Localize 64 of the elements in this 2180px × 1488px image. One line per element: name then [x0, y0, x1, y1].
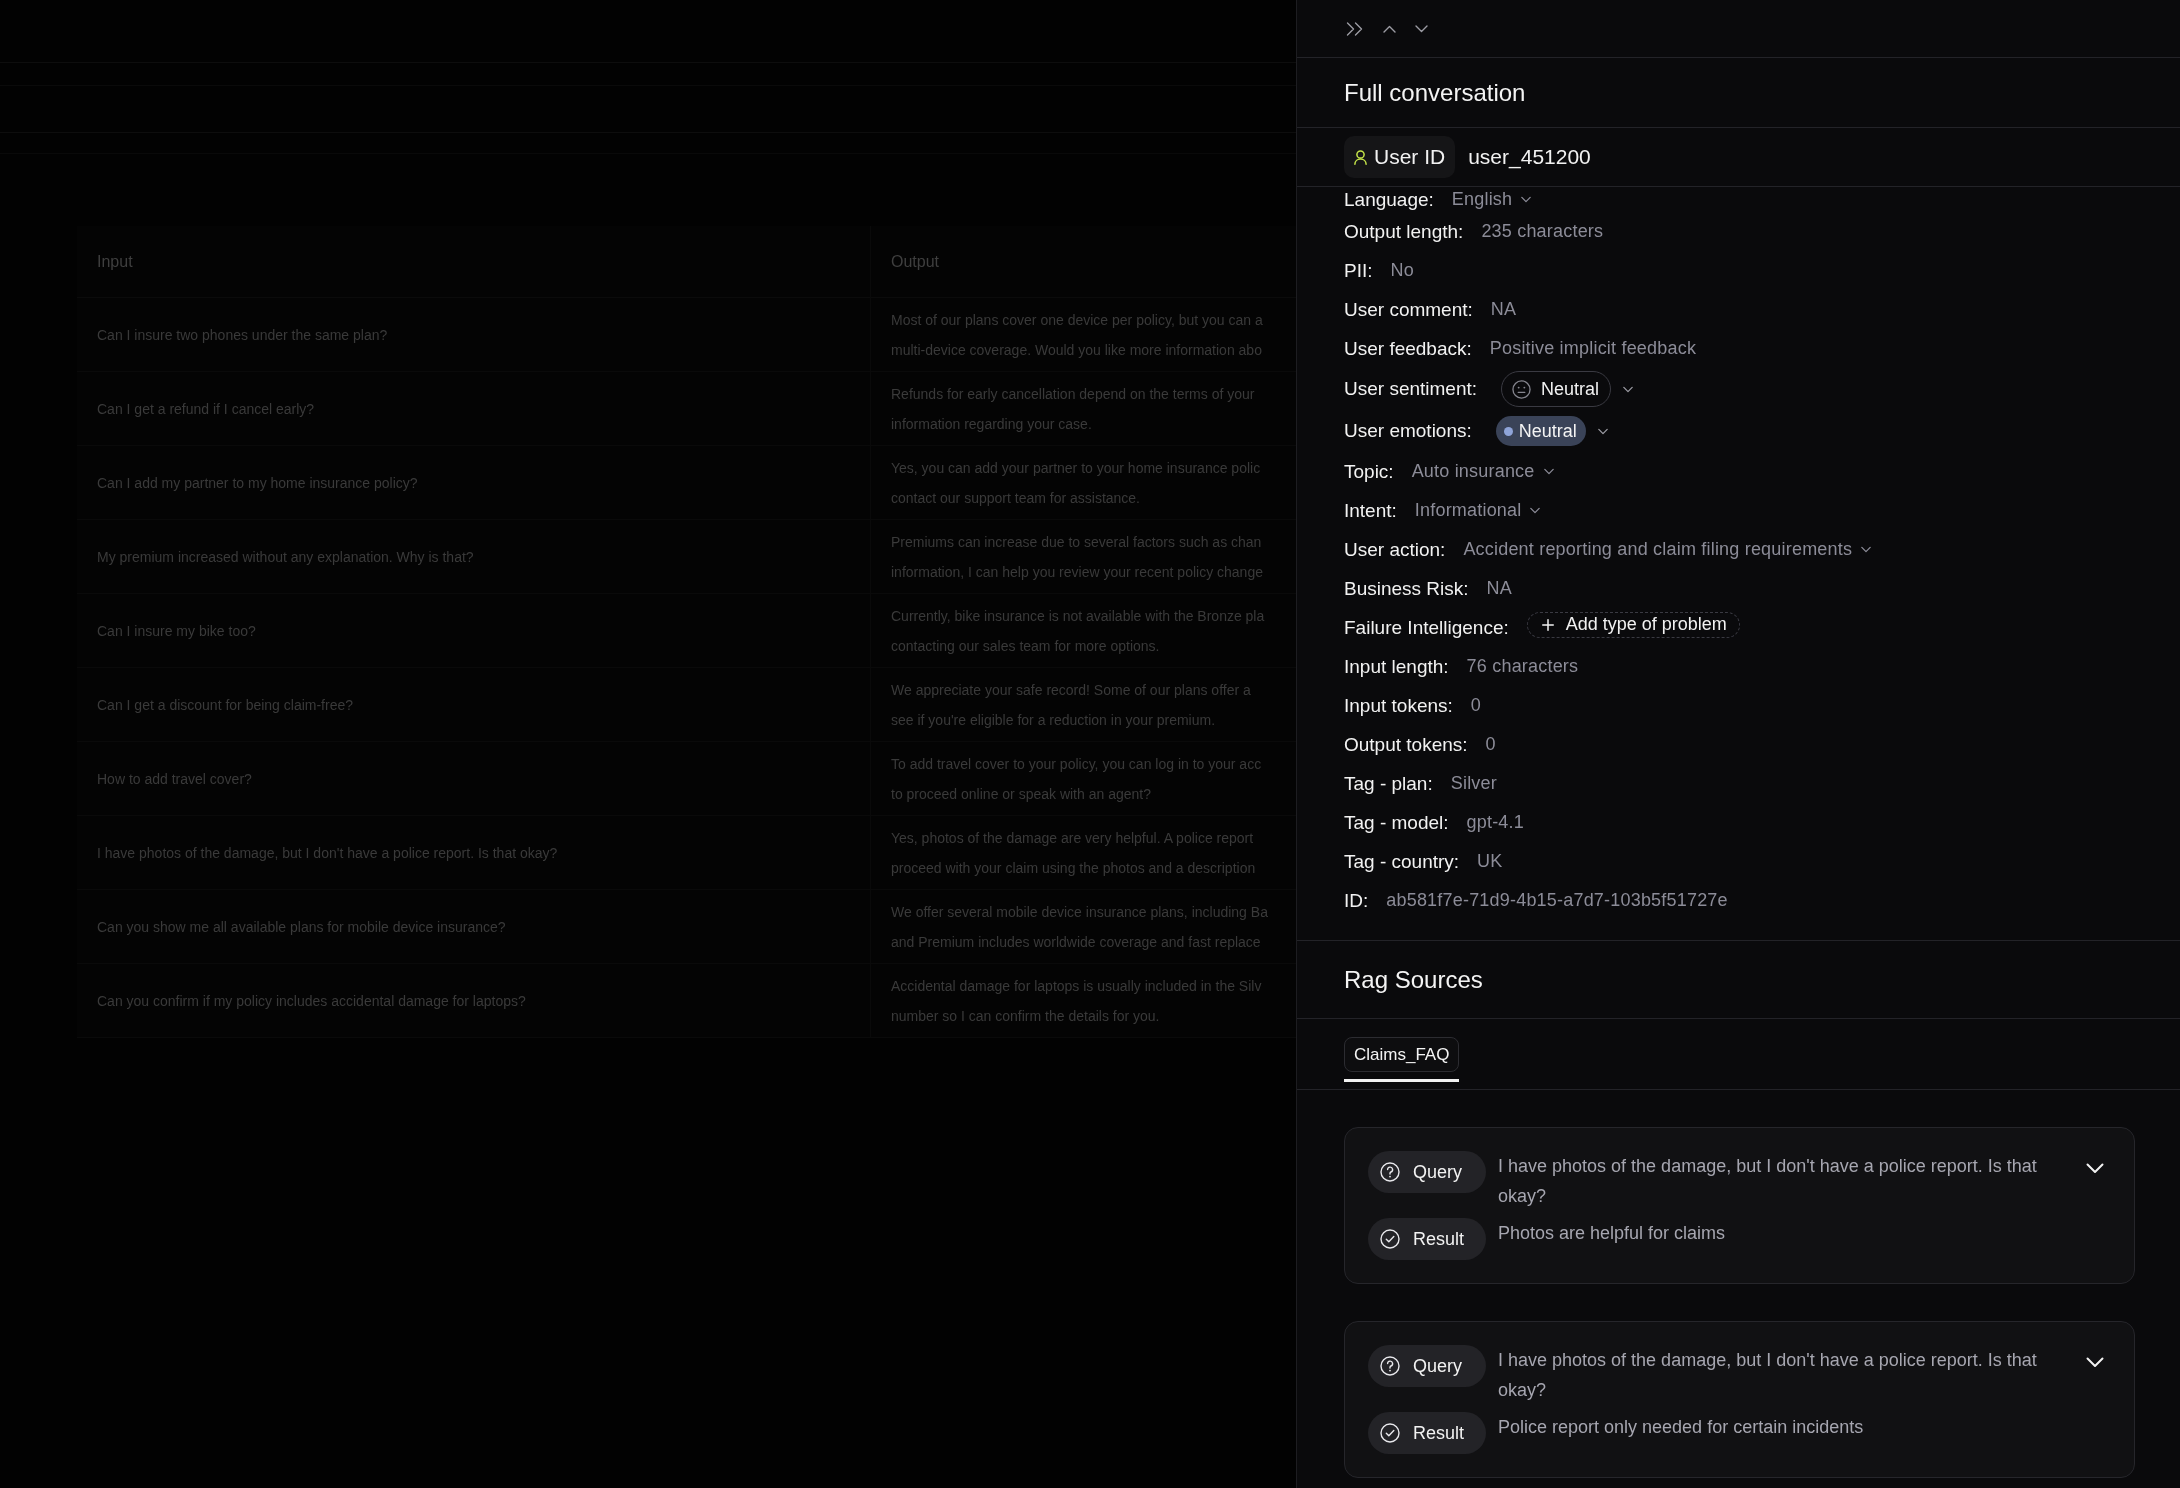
field-value: NA [1490, 299, 1517, 320]
section-title: Rag Sources [1344, 965, 1483, 994]
field-label: Tag - plan: [1344, 772, 1433, 795]
status-dot-icon [1503, 426, 1513, 436]
double-chevron-right-icon[interactable] [1346, 21, 1364, 36]
query-text: I have photos of the damage, but I don't have a police report. Is that okay? [1498, 1155, 2038, 1208]
column-header: Input [77, 226, 871, 298]
field-label: Output tokens: [1344, 733, 1468, 756]
result-label: Result [1413, 1422, 1465, 1444]
field-label: Input tokens: [1344, 694, 1453, 717]
value-dropdown[interactable]: English [1451, 189, 1532, 210]
field-label: Output length: [1344, 220, 1464, 243]
field-label: Failure Intelligence: [1344, 616, 1509, 639]
query-label: Query [1413, 1355, 1463, 1377]
check-circle-icon [1380, 1229, 1400, 1249]
field-label: PII: [1344, 259, 1373, 282]
field-value: gpt-4.1 [1466, 812, 1524, 833]
field-label: ID: [1344, 889, 1369, 912]
field-value: 0 [1470, 695, 1481, 716]
question-circle-icon [1380, 1356, 1400, 1376]
value-dropdown[interactable]: Auto insurance [1411, 461, 1554, 482]
field-label: User feedback: [1344, 337, 1472, 360]
user-id-label: User ID [1374, 145, 1446, 169]
field-label: Tag - model: [1344, 811, 1449, 834]
chevron-up-icon[interactable] [1383, 24, 1396, 33]
field-label: User comment: [1344, 298, 1473, 321]
value-dropdown[interactable]: Accident reporting and claim filing requirements [1463, 539, 1872, 560]
value-dropdown[interactable]: Informational [1414, 500, 1541, 521]
field-label: User action: [1344, 538, 1446, 561]
field-value: 235 characters [1481, 221, 1604, 242]
field-label: Tag - country: [1344, 850, 1460, 873]
field-label: User emotions: [1344, 420, 1472, 442]
check-circle-icon [1380, 1423, 1400, 1443]
chevron-down-icon [1861, 546, 1872, 553]
user-id-value: user_451200 [1468, 145, 1591, 169]
plus-icon [1541, 618, 1554, 631]
person-icon [1354, 149, 1367, 165]
result-text: Police report only needed for certain incidents [1498, 1416, 1865, 1439]
result-label: Result [1413, 1228, 1465, 1250]
field-label: Intent: [1344, 499, 1397, 522]
result-text: Photos are helpful for claims [1498, 1222, 1727, 1245]
field-value: 76 characters [1466, 656, 1579, 677]
field-label: Business Risk: [1344, 577, 1469, 600]
chevron-down-icon[interactable] [1415, 24, 1428, 33]
panel-title: Full conversation [1344, 78, 1526, 107]
field-value: Silver [1450, 773, 1497, 794]
field-value: UK [1477, 851, 1503, 872]
field-value: No [1390, 260, 1414, 281]
chevron-down-icon [1521, 196, 1532, 203]
chevron-down-icon [1530, 507, 1541, 514]
question-circle-icon [1380, 1162, 1400, 1182]
neutral-face-icon [1512, 379, 1532, 399]
field-value: NA [1486, 578, 1512, 599]
field-value: 0 [1485, 734, 1496, 755]
field-label: Input length: [1344, 655, 1449, 678]
query-label: Query [1413, 1161, 1463, 1183]
emotion-tag[interactable]: Neutral [1495, 416, 1586, 446]
field-value: Positive implicit feedback [1489, 338, 1697, 359]
field-value: ab581f7e-71d9-4b15-a7d7-103b5f51727e [1386, 890, 1728, 911]
chevron-down-icon [1543, 468, 1554, 475]
query-text: I have photos of the damage, but I don't have a police report. Is that okay? [1498, 1349, 2038, 1402]
field-label: Language: [1344, 188, 1434, 211]
field-label: Topic: [1344, 460, 1394, 483]
field-label: User sentiment: [1344, 378, 1478, 400]
